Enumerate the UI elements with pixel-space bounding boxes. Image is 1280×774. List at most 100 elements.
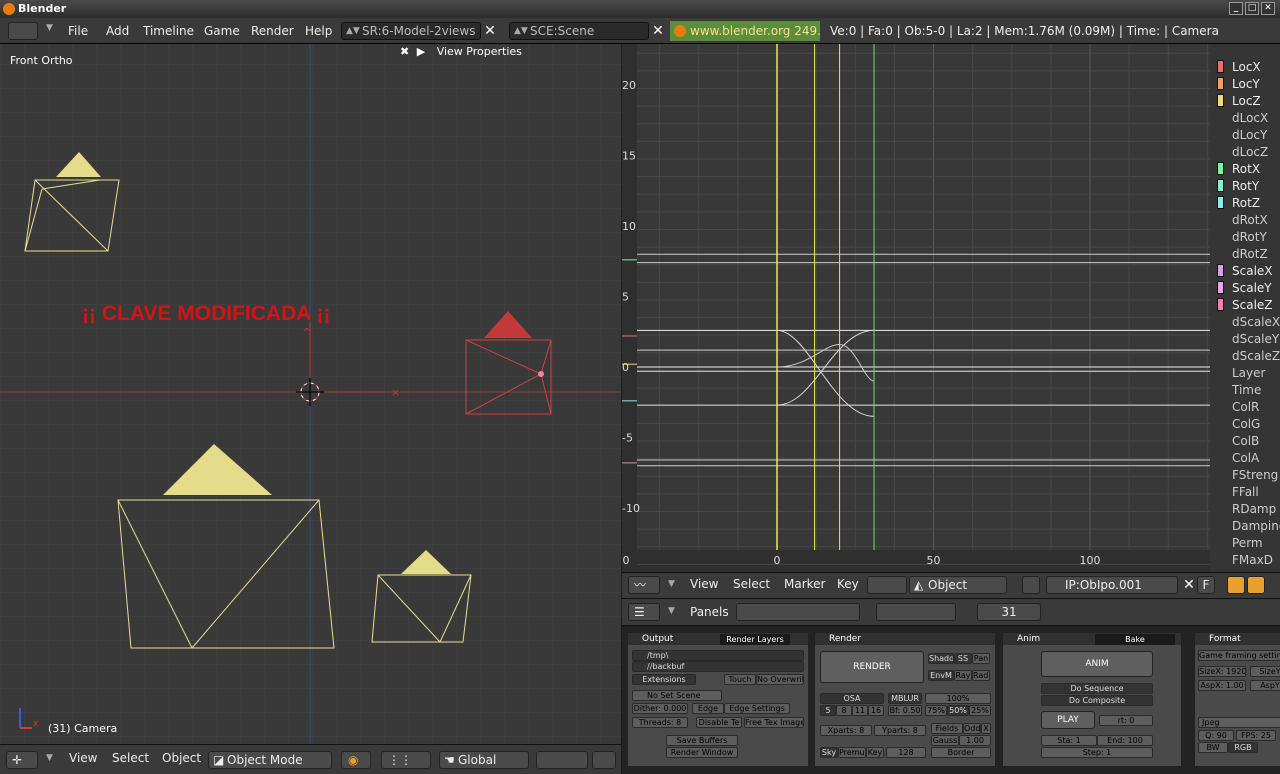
menu-render[interactable]: Render	[251, 24, 294, 38]
ipo-channel-dlocy[interactable]: dLocY	[1232, 128, 1267, 142]
gauss-field[interactable]: 1.00	[959, 735, 991, 746]
ipo-channel-rotx[interactable]: RotX	[1232, 162, 1260, 176]
delete-screen-button[interactable]: ✕	[481, 22, 499, 40]
ipo-type-select[interactable]: ◭ Object	[909, 576, 1007, 594]
do-composite-toggle[interactable]: Do Composite	[1041, 695, 1153, 706]
ipo-channel-dlocx[interactable]: dLocX	[1232, 111, 1268, 125]
render-panel-title[interactable]: Render	[815, 633, 995, 645]
extensions-toggle[interactable]: Extensions	[632, 674, 696, 685]
bf-field[interactable]: Bf: 0.50	[888, 705, 922, 716]
editor-type-icon[interactable]	[8, 22, 38, 40]
osa-toggle[interactable]: OSA	[820, 693, 884, 704]
ipo-channel-locy[interactable]: LocY	[1232, 77, 1260, 91]
output-path-field[interactable]: /tmp\	[632, 650, 804, 661]
size-100-button[interactable]: 100%	[925, 693, 991, 704]
bw-toggle[interactable]: BW	[1198, 742, 1228, 753]
odd-toggle[interactable]: Odd	[963, 723, 981, 734]
rt-field[interactable]: rt: 0	[1099, 715, 1153, 726]
view-properties-panel-header[interactable]: ✖ ▶ View Properties	[400, 45, 522, 58]
menu-object[interactable]: Object	[162, 751, 201, 765]
close-icon[interactable]: ✖	[400, 45, 409, 58]
edge-settings-button[interactable]: Edge Settings	[724, 703, 790, 714]
border-toggle[interactable]: Border	[931, 747, 991, 758]
edge-toggle[interactable]: Edge	[692, 703, 724, 714]
header-collapse-icon[interactable]: ▼	[46, 753, 53, 763]
menu-game[interactable]: Game	[204, 24, 240, 38]
ipo-channel-time[interactable]: Time	[1232, 383, 1261, 397]
ipo-channel-damping[interactable]: Damping	[1232, 519, 1280, 533]
no-overwrite-toggle[interactable]: No Overwrite	[756, 674, 804, 685]
ipo-channel-roty[interactable]: RotY	[1232, 179, 1259, 193]
size-75-button[interactable]: 75%	[925, 705, 947, 716]
ipo-channel-scalex[interactable]: ScaleX	[1232, 264, 1273, 278]
ipo-channel-colr[interactable]: ColR	[1232, 400, 1259, 414]
paste-keys-icon[interactable]	[1247, 576, 1265, 594]
unlink-ipo-button[interactable]: ✕	[1180, 576, 1198, 594]
step-field[interactable]: Step: 1	[1041, 747, 1153, 758]
ipo-channel-drotz[interactable]: dRotZ	[1232, 247, 1268, 261]
editor-type-icon[interactable]: ☰	[628, 603, 660, 621]
ray-toggle[interactable]: Ray	[954, 670, 972, 681]
sky-toggle[interactable]: Sky	[820, 747, 838, 758]
quality-field[interactable]: Q: 90	[1198, 730, 1234, 741]
no-set-scene-field[interactable]: No Set Scene	[632, 690, 722, 701]
ipo-channel-locx[interactable]: LocX	[1232, 60, 1261, 74]
size-50-button[interactable]: 50%	[947, 705, 969, 716]
ipo-channel-ffall[interactable]: FFall	[1232, 485, 1259, 499]
aspy-field[interactable]: AspY	[1250, 680, 1280, 691]
pin-icon[interactable]	[1022, 576, 1040, 594]
ipo-channel-drotx[interactable]: dRotX	[1232, 213, 1268, 227]
fields-toggle[interactable]: Fields	[931, 723, 963, 734]
menu-select[interactable]: Select	[733, 577, 770, 591]
ipo-channel-dscalez[interactable]: dScaleZ	[1232, 349, 1280, 363]
render-window-select[interactable]: Render Window	[666, 747, 738, 758]
backbuf-path-field[interactable]: //backbuf	[632, 661, 804, 672]
ipo-block-name[interactable]: IP:ObIpo.001	[1046, 576, 1178, 594]
premul-toggle[interactable]: Premul	[838, 747, 866, 758]
copy-keys-icon[interactable]	[1227, 576, 1245, 594]
fps-field[interactable]: FPS: 25	[1236, 730, 1276, 741]
expand-triangle-icon[interactable]: ▶	[417, 45, 425, 58]
gauss-select[interactable]: Gauss	[931, 735, 959, 746]
fake-user-button[interactable]: F	[1197, 576, 1215, 594]
menu-view[interactable]: View	[69, 751, 97, 765]
ipo-channel-layer[interactable]: Layer	[1232, 366, 1265, 380]
maximize-icon[interactable]: □	[1245, 2, 1259, 15]
end-frame-field[interactable]: End: 100	[1097, 735, 1153, 746]
start-frame-field[interactable]: Sta: 1	[1041, 735, 1097, 746]
header-collapse-icon[interactable]: ▼	[668, 606, 675, 616]
ipo-channel-scalez[interactable]: ScaleZ	[1232, 298, 1273, 312]
pivot-select[interactable]: ⋮⋮	[381, 751, 431, 769]
ss-toggle[interactable]: SS	[954, 653, 972, 664]
ipo-channel-colb[interactable]: ColB	[1232, 434, 1259, 448]
free-tex-image-toggle[interactable]: Free Tex Image	[744, 717, 804, 728]
ipo-channel-colg[interactable]: ColG	[1232, 417, 1260, 431]
channel-color-swatch[interactable]	[1217, 179, 1224, 192]
context-buttons[interactable]	[736, 603, 860, 621]
frame-number[interactable]: 31	[977, 603, 1041, 621]
ipo-channel-locz[interactable]: LocZ	[1232, 94, 1261, 108]
channel-color-swatch[interactable]	[1217, 196, 1224, 209]
pano-toggle[interactable]: Pan	[972, 653, 990, 664]
mblur-toggle[interactable]: MBLUR	[888, 693, 922, 704]
game-framing-button[interactable]: Game framing settings	[1198, 650, 1280, 661]
editor-type-icon[interactable]: ✛	[6, 751, 38, 769]
format-panel-title[interactable]: Format	[1195, 633, 1280, 645]
osa-11-button[interactable]: 11	[852, 705, 868, 716]
channel-color-swatch[interactable]	[1217, 298, 1224, 311]
ipo-channel-rdamp[interactable]: RDamp	[1232, 502, 1276, 516]
layer-buttons[interactable]	[536, 751, 588, 769]
delete-scene-button[interactable]: ✕	[649, 22, 667, 40]
ipo-channel-perm[interactable]: Perm	[1232, 536, 1263, 550]
osa-8-button[interactable]: 8	[836, 705, 852, 716]
menu-add[interactable]: Add	[106, 24, 129, 38]
editor-type-icon[interactable]: 〰	[628, 576, 660, 594]
anim-button[interactable]: ANIM	[1041, 651, 1153, 677]
tab-render-layers[interactable]: Render Layers	[720, 634, 790, 645]
color-depth-select[interactable]: 128	[886, 747, 926, 758]
channel-color-swatch[interactable]	[1217, 162, 1224, 175]
ipo-channel-dscalex[interactable]: dScaleX	[1232, 315, 1280, 329]
osa-5-button[interactable]: 5	[820, 705, 836, 716]
sizey-field[interactable]: SizeY	[1250, 666, 1280, 677]
ipo-channel-dlocz[interactable]: dLocZ	[1232, 145, 1268, 159]
